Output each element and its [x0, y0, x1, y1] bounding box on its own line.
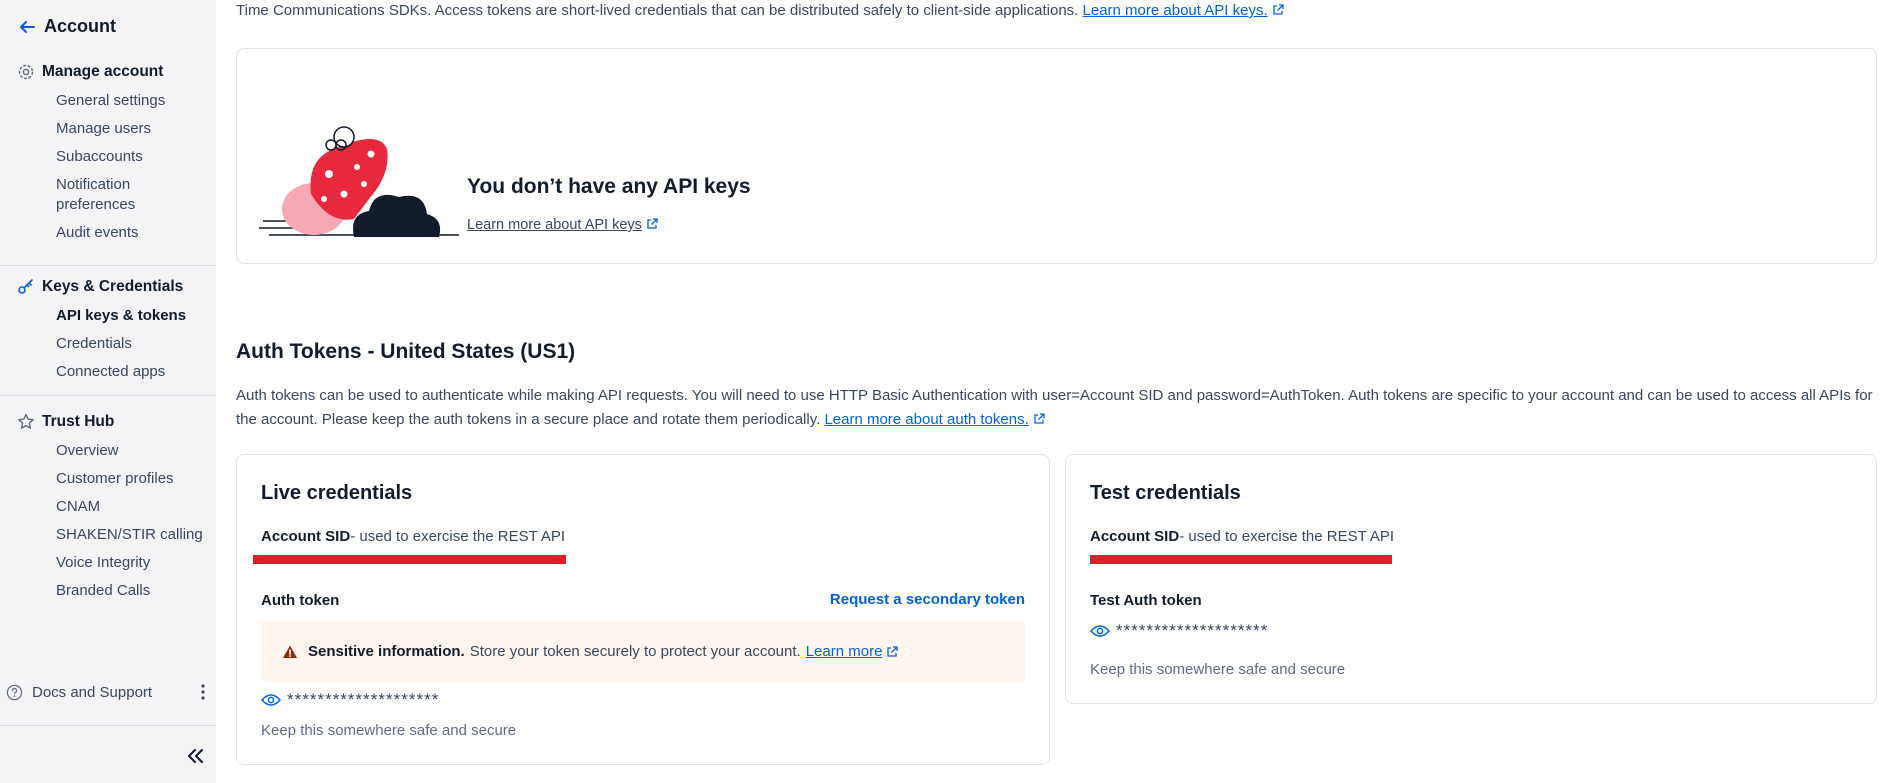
- sidebar-item-audit-events[interactable]: Audit events: [0, 223, 216, 243]
- back-to-account-link[interactable]: Account: [18, 16, 116, 37]
- sidebar-item-branded-calls[interactable]: Branded Calls: [0, 581, 216, 601]
- live-token-hint: Keep this somewhere safe and secure: [261, 722, 517, 739]
- nav-head-keys-credentials[interactable]: Keys & Credentials: [0, 276, 216, 298]
- nav-group-keys-credentials: Keys & Credentials API keys & tokens Cre…: [0, 276, 216, 382]
- main-content: Time Communications SDKs. Access tokens …: [216, 0, 1893, 783]
- redacted-account-sid: [253, 555, 566, 564]
- back-label: Account: [44, 16, 116, 36]
- divider: [0, 265, 216, 266]
- auth-tokens-description: Auth tokens can be used to authenticate …: [236, 387, 1873, 428]
- test-token-hint: Keep this somewhere safe and secure: [1090, 661, 1346, 678]
- empty-state-title: You don’t have any API keys: [467, 175, 751, 198]
- star-icon: [18, 413, 34, 429]
- request-secondary-token-button[interactable]: Request a secondary token: [830, 591, 1025, 608]
- test-auth-token-label: Test Auth token: [1090, 592, 1202, 609]
- warning-learn-more-link[interactable]: Learn more: [806, 643, 883, 660]
- nav-head-trust-hub[interactable]: Trust Hub: [0, 411, 216, 433]
- auth-tokens-title: Auth Tokens - United States (US1): [236, 340, 576, 363]
- sidebar-item-cnam[interactable]: CNAM: [0, 497, 216, 517]
- sidebar-item-shaken-stir[interactable]: SHAKEN/STIR calling: [0, 525, 216, 545]
- empty-state-illustration: [259, 126, 459, 237]
- arrow-left-icon: [20, 20, 35, 33]
- show-token-eye-icon[interactable]: [1090, 624, 1110, 638]
- nav-group-trust-hub: Trust Hub Overview Customer profiles CNA…: [0, 411, 216, 601]
- sidebar-item-credentials[interactable]: Credentials: [0, 334, 216, 354]
- live-token-mask: ********************: [287, 690, 440, 709]
- sidebar-item-overview[interactable]: Overview: [0, 441, 216, 461]
- live-auth-token-label: Auth token: [261, 592, 340, 609]
- warning-icon: [283, 645, 297, 658]
- live-credentials-title: Live credentials: [261, 482, 413, 504]
- sidebar-item-customer-profiles[interactable]: Customer profiles: [0, 469, 216, 489]
- divider: [0, 725, 216, 726]
- live-credentials-card: Live credentials Account SID- used to ex…: [236, 454, 1050, 765]
- key-icon: [18, 279, 33, 294]
- docs-and-support[interactable]: Docs and Support: [6, 683, 206, 701]
- help-icon: [6, 684, 23, 700]
- sidebar-item-manage-users[interactable]: Manage users: [0, 119, 216, 139]
- test-credentials-title: Test credentials: [1090, 482, 1241, 504]
- empty-state-link-wrap: Learn more about API keys: [467, 217, 658, 233]
- sidebar-item-api-keys-tokens[interactable]: API keys & tokens: [0, 306, 216, 326]
- external-link-icon: [647, 218, 658, 229]
- gear-icon: [18, 64, 34, 80]
- collapse-sidebar-icon[interactable]: [184, 747, 206, 765]
- external-link-icon: [1034, 413, 1045, 424]
- intro-text: Time Communications SDKs. Access tokens …: [236, 2, 1284, 19]
- sidebar-item-notification-preferences[interactable]: Notification preferences: [0, 175, 166, 215]
- show-token-eye-icon[interactable]: [261, 693, 281, 707]
- live-account-sid-label: Account SID- used to exercise the REST A…: [261, 528, 566, 545]
- nav-group-manage-account: Manage account General settings Manage u…: [0, 61, 216, 243]
- test-auth-token-field: ********************: [1090, 621, 1268, 641]
- test-credentials-card: Test credentials Account SID- used to ex…: [1065, 454, 1877, 704]
- sensitive-info-warning: Sensitive information. Store your token …: [261, 621, 1025, 682]
- live-auth-token-field: ********************: [261, 690, 439, 710]
- sidebar: Account Manage account General settings …: [0, 0, 216, 783]
- sidebar-item-subaccounts[interactable]: Subaccounts: [0, 147, 216, 167]
- more-options-icon[interactable]: [200, 683, 206, 701]
- sidebar-item-general-settings[interactable]: General settings: [0, 91, 216, 111]
- nav-head-manage-account[interactable]: Manage account: [0, 61, 216, 83]
- sidebar-item-voice-integrity[interactable]: Voice Integrity: [0, 553, 216, 573]
- learn-more-auth-tokens-link[interactable]: Learn more about auth tokens.: [824, 411, 1028, 428]
- external-link-icon: [1272, 4, 1284, 15]
- empty-state-learn-more-link[interactable]: Learn more about API keys: [467, 217, 642, 233]
- api-keys-empty-state: You don’t have any API keys Learn more a…: [236, 48, 1877, 264]
- learn-more-api-keys-link[interactable]: Learn more about API keys.: [1083, 2, 1268, 19]
- test-account-sid-label: Account SID- used to exercise the REST A…: [1090, 528, 1395, 545]
- sidebar-item-connected-apps[interactable]: Connected apps: [0, 362, 216, 382]
- redacted-test-account-sid: [1090, 555, 1392, 564]
- external-link-icon: [887, 645, 899, 657]
- test-token-mask: ********************: [1116, 621, 1269, 640]
- divider: [0, 395, 216, 396]
